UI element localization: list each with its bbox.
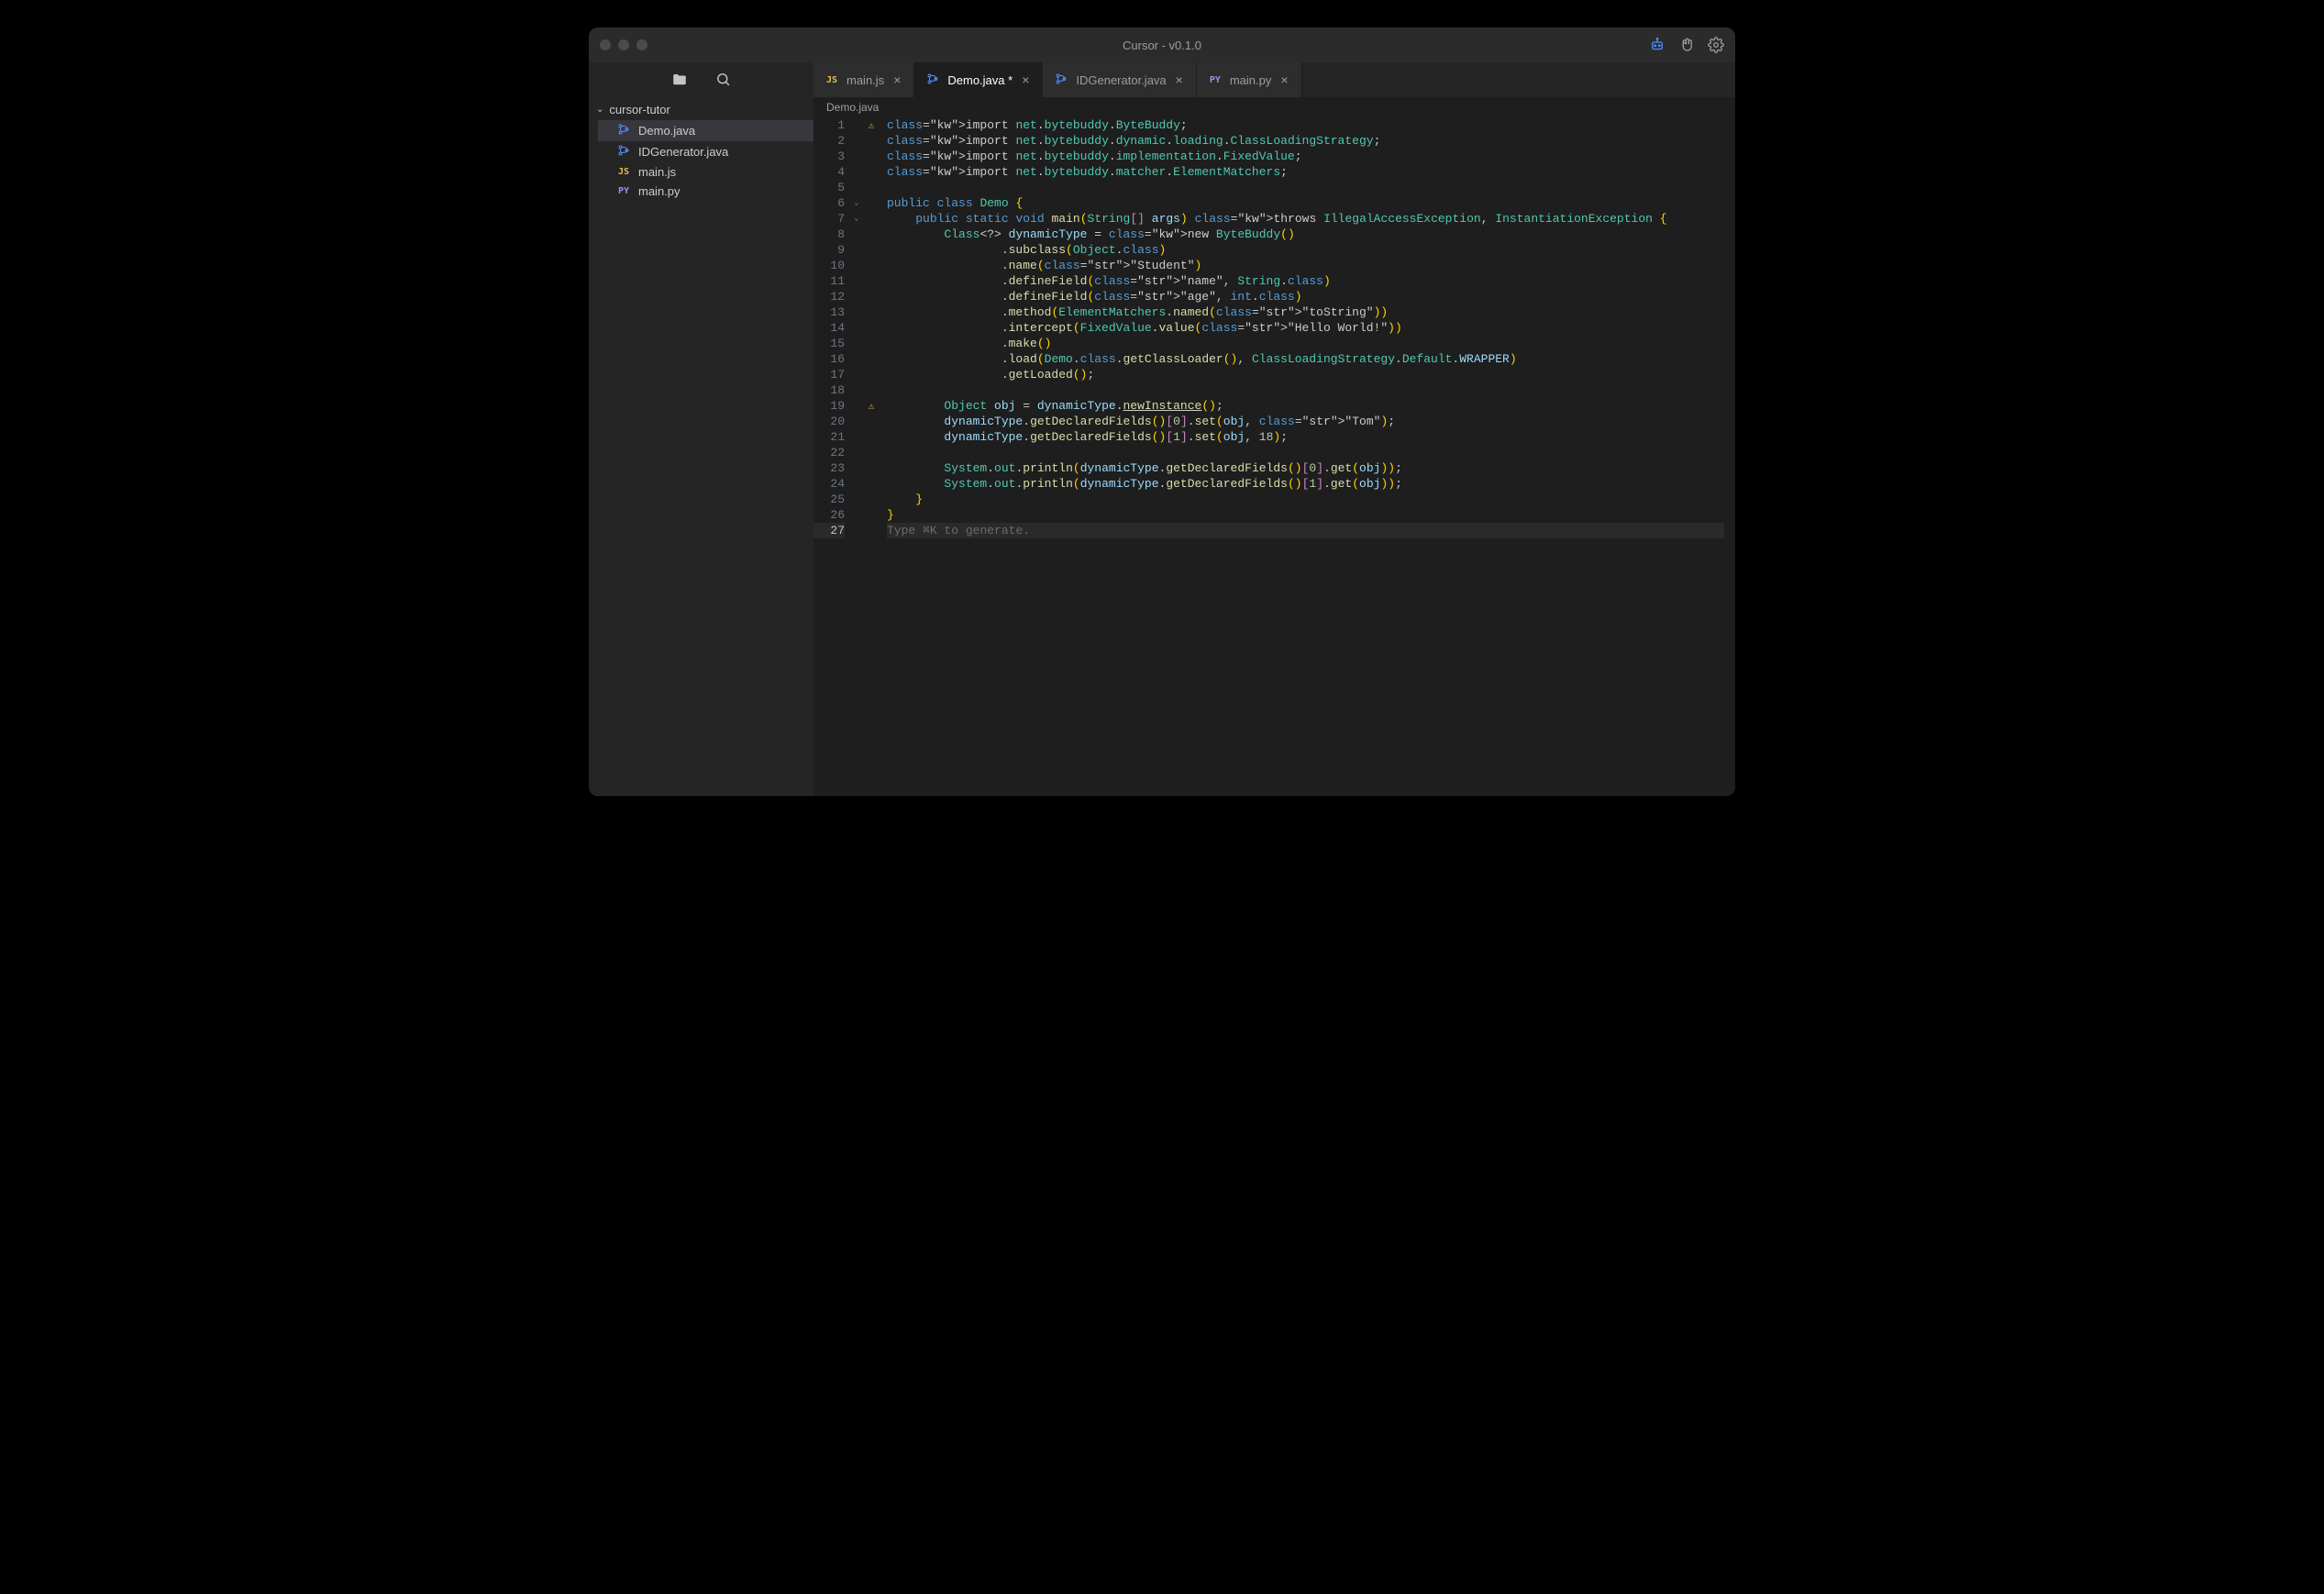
py-icon: PY [1208,75,1223,85]
tab-demo-java-[interactable]: Demo.java * × [914,62,1043,97]
robot-icon[interactable] [1649,37,1666,53]
java-icon [925,72,940,88]
java-icon [616,144,631,160]
gear-icon[interactable] [1708,37,1724,53]
warning-icon[interactable]: ⚠ [869,402,875,413]
code-area[interactable]: 1234567891011121314151617181920212223242… [813,117,1735,796]
folder-root[interactable]: ⌄ cursor-tutor [589,99,813,120]
js-icon: JS [824,75,839,85]
tab-idgenerator-java[interactable]: IDGenerator.java × [1043,62,1196,97]
tab-label: IDGenerator.java [1076,73,1166,87]
app-window: Cursor - v0.1.0 ⌄ [589,28,1735,796]
close-icon[interactable]: × [891,72,902,87]
wave-icon[interactable] [1678,37,1695,53]
window-title: Cursor - v0.1.0 [589,39,1735,52]
file-row-demo-java[interactable]: Demo.java [598,120,813,141]
tab-label: main.js [847,73,884,87]
folder-icon[interactable] [671,72,688,91]
file-label: main.js [638,165,676,179]
tab-label: Demo.java * [947,73,1013,87]
fold-icon[interactable]: ⌄ [854,214,858,223]
tab-main-js[interactable]: JS main.js × [813,62,914,97]
close-icon[interactable]: × [1174,72,1185,87]
code-content[interactable]: class="kw">import net.bytebuddy.ByteBudd… [880,117,1724,796]
file-label: main.py [638,184,681,198]
editor-area: JSmain.js×Demo.java *×IDGenerator.java×P… [813,62,1735,796]
titlebar: Cursor - v0.1.0 [589,28,1735,62]
sidebar: ⌄ cursor-tutor Demo.java IDGenerator.java… [589,62,813,796]
search-icon[interactable] [715,72,731,90]
minimap[interactable] [1724,117,1735,796]
folder-name: cursor-tutor [609,103,670,116]
py-icon: PY [616,186,631,196]
sidebar-top-icons [589,62,813,99]
js-icon: JS [616,167,631,177]
close-icon[interactable]: × [1278,72,1289,87]
warning-icon[interactable]: ⚠ [869,121,875,132]
file-row-main-py[interactable]: PY main.py [598,182,813,201]
titlebar-actions [1649,37,1724,53]
file-label: Demo.java [638,124,695,138]
java-icon [1054,72,1068,88]
tab-main-py[interactable]: PY main.py × [1197,62,1302,97]
fold-icon[interactable]: ⌄ [854,198,858,207]
close-icon[interactable]: × [1020,72,1031,87]
editor-tabs: JSmain.js×Demo.java *×IDGenerator.java×P… [813,62,1735,97]
breadcrumb[interactable]: Demo.java [813,97,1735,117]
tab-label: main.py [1230,73,1272,87]
file-tree: Demo.java IDGenerator.java JS main.js PY main… [589,120,813,201]
file-row-idgenerator-java[interactable]: IDGenerator.java [598,141,813,162]
java-icon [616,123,631,138]
file-row-main-js[interactable]: JS main.js [598,162,813,182]
gutter: 1234567891011121314151617181920212223242… [813,117,880,796]
chevron-down-icon: ⌄ [596,105,603,115]
file-label: IDGenerator.java [638,145,728,159]
